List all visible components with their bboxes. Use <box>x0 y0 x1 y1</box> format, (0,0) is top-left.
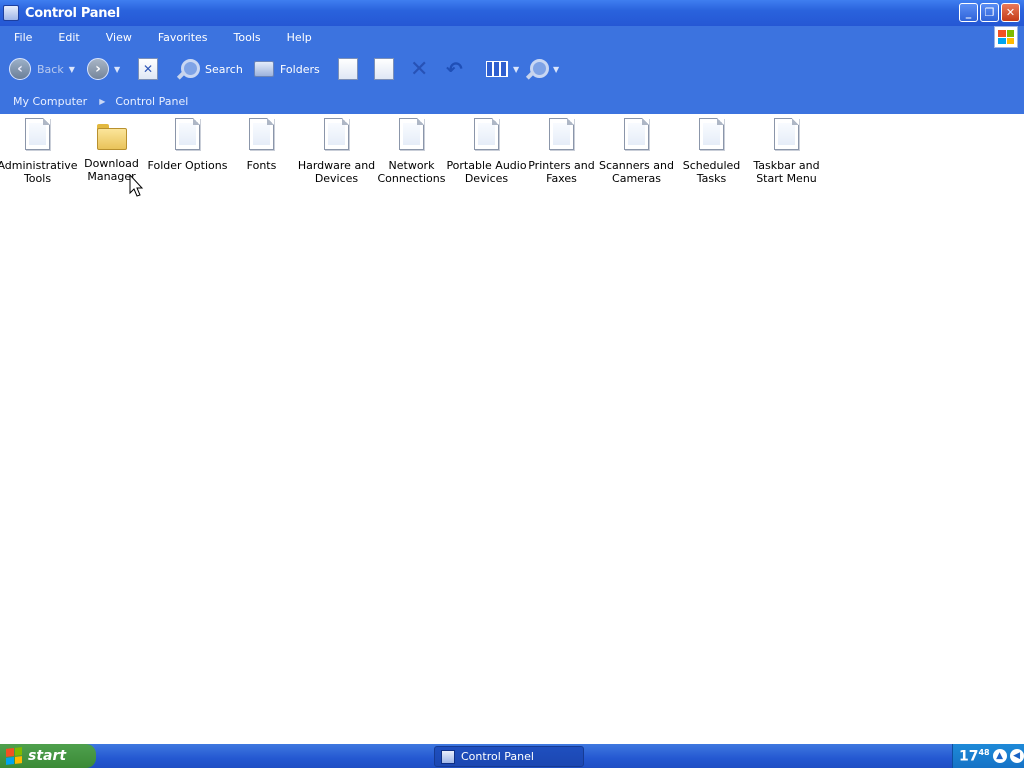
back-dropdown-icon[interactable]: ▼ <box>69 65 75 74</box>
item-network-connections[interactable]: Network Connections <box>374 118 449 185</box>
menu-bar: File Edit View Favorites Tools Help <box>0 26 1024 50</box>
start-button[interactable]: start <box>0 744 96 768</box>
folders-label: Folders <box>280 62 320 76</box>
item-label: Scanners and Cameras <box>599 159 674 185</box>
folders-icon <box>254 61 274 77</box>
search-icon <box>175 57 200 81</box>
find-dropdown-icon[interactable]: ▼ <box>553 65 559 74</box>
up-button[interactable] <box>138 54 158 84</box>
item-label: Administrative Tools <box>0 159 78 185</box>
forward-button[interactable]: › ▼ <box>87 54 120 84</box>
breadcrumb-my-computer[interactable]: My Computer <box>13 95 87 108</box>
document-icon <box>774 118 799 150</box>
item-label: Portable Audio Devices <box>446 159 527 185</box>
find-icon <box>524 57 549 81</box>
title-bar[interactable]: Control Panel _ ❐ ✕ <box>0 0 1024 26</box>
item-printers-and-faxes[interactable]: Printers and Faxes <box>524 118 599 185</box>
move-to-button[interactable] <box>338 54 358 84</box>
windows-flag-icon <box>6 747 22 765</box>
item-taskbar-and-start-menu[interactable]: Taskbar and Start Menu <box>749 118 824 185</box>
forward-arrow-icon: › <box>87 58 109 80</box>
menu-view[interactable]: View <box>93 26 145 50</box>
item-label: Hardware and Devices <box>297 159 376 185</box>
up-folder-icon <box>138 58 158 80</box>
item-label: Printers and Faxes <box>528 159 595 185</box>
back-arrow-icon: ‹ <box>9 58 31 80</box>
copy-to-button[interactable] <box>374 54 394 84</box>
system-tray: 1748 ▲ ◀ <box>952 744 1024 768</box>
windows-logo-icon <box>994 26 1018 48</box>
clock-minute: 48 <box>978 747 990 757</box>
document-icon <box>25 118 50 150</box>
item-label: Scheduled Tasks <box>682 159 741 185</box>
forward-dropdown-icon[interactable]: ▼ <box>114 65 120 74</box>
copy-to-icon <box>374 58 394 80</box>
clock[interactable]: 1748 <box>959 748 990 765</box>
document-icon <box>549 118 574 150</box>
item-administrative-tools[interactable]: Administrative Tools <box>0 118 78 185</box>
menu-tools[interactable]: Tools <box>221 26 274 50</box>
start-label: start <box>28 748 67 764</box>
document-icon <box>474 118 499 150</box>
document-icon <box>624 118 649 150</box>
menu-file[interactable]: File <box>0 26 45 50</box>
search-button[interactable]: Search <box>175 54 243 84</box>
item-fonts[interactable]: Fonts <box>224 118 299 172</box>
item-label: Folder Options <box>147 159 228 172</box>
breadcrumb: My Computer ▶ Control Panel <box>0 88 1024 114</box>
tray-back-icon[interactable]: ◀ <box>1009 749 1024 763</box>
item-label: Fonts <box>246 159 277 172</box>
window-controls: _ ❐ ✕ <box>959 3 1020 22</box>
mouse-cursor-icon <box>129 174 144 197</box>
delete-button[interactable]: ✕ <box>410 54 428 84</box>
maximize-button[interactable]: ❐ <box>980 3 999 22</box>
minimize-button[interactable]: _ <box>959 3 978 22</box>
find-button[interactable]: ▼ <box>524 54 559 84</box>
content-pane: Administrative Tools Download Manager Fo… <box>0 114 1024 744</box>
views-icon <box>486 61 508 77</box>
move-to-icon <box>338 58 358 80</box>
document-icon <box>324 118 349 150</box>
control-panel-icon <box>3 5 19 21</box>
control-panel-icon <box>441 749 455 764</box>
document-icon <box>699 118 724 150</box>
clock-hour: 17 <box>959 748 979 765</box>
back-button[interactable]: ‹ Back ▼ <box>9 54 75 84</box>
undo-icon: ↶ <box>446 57 463 81</box>
undo-button[interactable]: ↶ <box>446 54 463 84</box>
back-label: Back <box>37 62 64 76</box>
document-icon <box>175 118 200 150</box>
menu-edit[interactable]: Edit <box>45 26 92 50</box>
window-title: Control Panel <box>25 5 120 21</box>
search-label: Search <box>205 62 243 76</box>
item-scanners-and-cameras[interactable]: Scanners and Cameras <box>599 118 674 185</box>
menu-help[interactable]: Help <box>274 26 325 50</box>
item-label: Network Connections <box>377 159 446 185</box>
delete-icon: ✕ <box>410 56 429 82</box>
tray-up-icon[interactable]: ▲ <box>992 749 1007 763</box>
views-dropdown-icon[interactable]: ▼ <box>513 65 519 74</box>
close-button[interactable]: ✕ <box>1001 3 1020 22</box>
document-icon <box>399 118 424 150</box>
views-button[interactable]: ▼ <box>486 54 519 84</box>
breadcrumb-separator-icon: ▶ <box>99 96 106 106</box>
item-hardware-and-devices[interactable]: Hardware and Devices <box>297 118 376 185</box>
folders-button[interactable]: Folders <box>254 54 320 84</box>
menu-favorites[interactable]: Favorites <box>145 26 221 50</box>
toolbar: ‹ Back ▼ › ▼ Search Folders ✕ ↶ ▼ ▼ <box>0 50 1024 88</box>
breadcrumb-control-panel[interactable]: Control Panel <box>115 95 188 108</box>
taskbar-window-control-panel[interactable]: Control Panel <box>434 746 584 767</box>
item-scheduled-tasks[interactable]: Scheduled Tasks <box>674 118 749 185</box>
folder-icon <box>96 122 127 150</box>
item-folder-options[interactable]: Folder Options <box>147 118 228 172</box>
taskbar-window-label: Control Panel <box>461 750 534 763</box>
item-portable-audio-devices[interactable]: Portable Audio Devices <box>446 118 527 185</box>
document-icon <box>249 118 274 150</box>
item-label: Taskbar and Start Menu <box>753 159 820 185</box>
